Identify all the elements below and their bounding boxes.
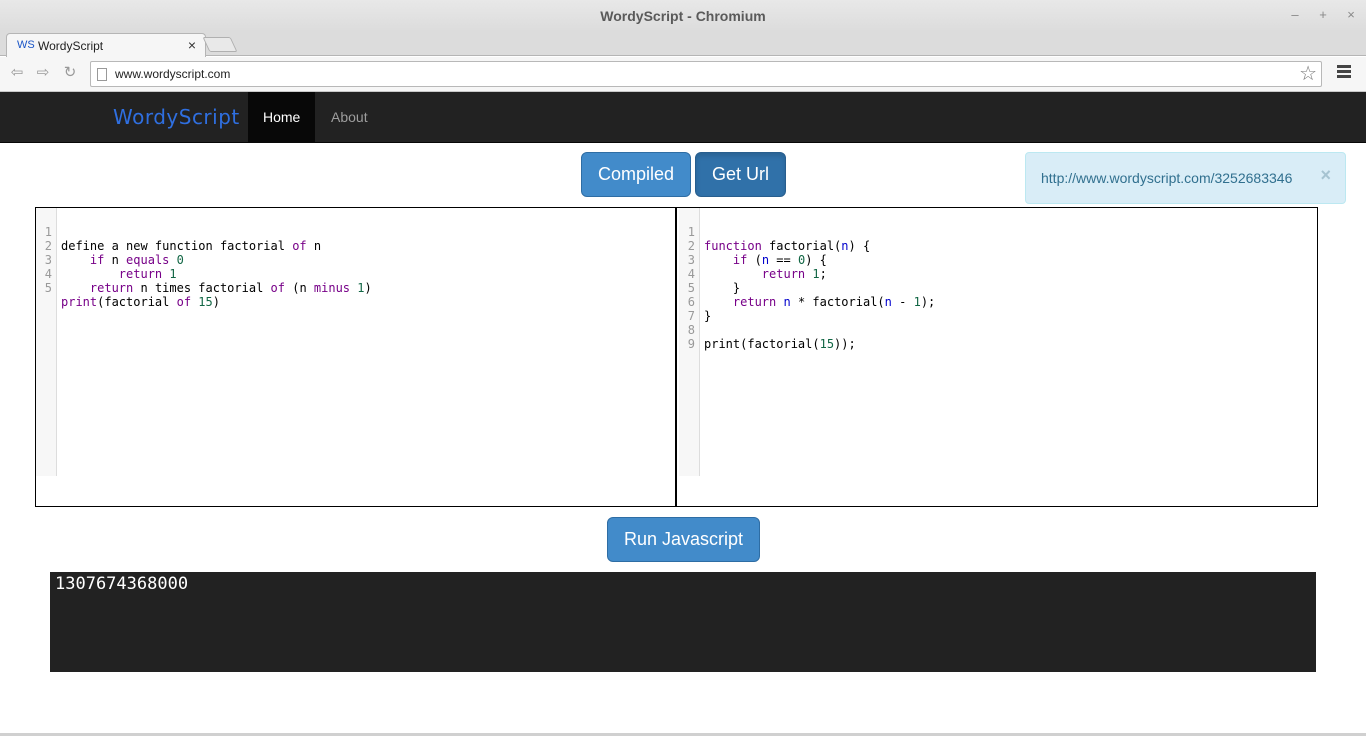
new-tab-button[interactable] xyxy=(202,37,238,52)
wordyscript-editor[interactable]: 1 define a new function factorial of n 2… xyxy=(36,208,677,506)
close-alert-icon[interactable]: × xyxy=(1320,165,1331,186)
code-line: 1 define a new function factorial of n xyxy=(44,225,322,253)
wordyscript-favicon-icon: WS xyxy=(17,39,35,51)
tab-title: WordyScript xyxy=(38,39,104,53)
code-line: 1 function factorial(n) { xyxy=(687,225,871,253)
code-line: 3 return 1; xyxy=(687,253,827,281)
output-text: 1307674368000 xyxy=(55,574,189,594)
compiled-button[interactable]: Compiled xyxy=(581,152,691,197)
output-console: 1307674368000 xyxy=(50,572,1316,672)
menu-icon[interactable] xyxy=(1337,65,1351,81)
code-line: 4 } xyxy=(687,267,741,295)
minimize-icon[interactable]: – xyxy=(1288,7,1302,22)
brand-logo[interactable]: WordyScript xyxy=(113,105,240,129)
code-line: 7 xyxy=(687,309,695,323)
code-line: 2 if (n == 0) { xyxy=(687,239,827,267)
bookmark-star-icon[interactable]: ☆ xyxy=(1299,63,1317,85)
code-line: 5 return n * factorial(n - 1); xyxy=(687,281,936,309)
editor-panes: 1 define a new function factorial of n 2… xyxy=(35,207,1318,507)
site-navbar: WordyScript Home About xyxy=(0,92,1366,143)
reload-icon[interactable]: ↻ xyxy=(61,64,79,82)
code-line: 3 return 1 xyxy=(44,253,177,281)
nav-home[interactable]: Home xyxy=(248,92,316,142)
code-line: 4 return n times factorial of (n minus 1… xyxy=(44,267,372,295)
code-line: 2 if n equals 0 xyxy=(44,239,184,267)
get-url-button[interactable]: Get Url xyxy=(695,152,786,197)
close-window-icon[interactable]: × xyxy=(1344,7,1358,22)
code-line: 6 } xyxy=(687,295,712,323)
tab-strip: WS WordyScript × xyxy=(0,32,1366,57)
url-alert: http://www.wordyscript.com/3252683346 × xyxy=(1025,152,1346,204)
back-icon[interactable]: ⇦ xyxy=(8,64,26,82)
address-url[interactable]: www.wordyscript.com xyxy=(115,67,230,81)
code-line: 9 xyxy=(687,337,695,351)
code-line: 5 print(factorial of 15) xyxy=(44,281,220,309)
forward-icon[interactable]: ⇨ xyxy=(34,64,52,82)
javascript-editor[interactable]: 1 function factorial(n) { 2 if (n == 0) … xyxy=(679,208,1317,506)
window-title: WordyScript - Chromium xyxy=(600,8,766,24)
run-javascript-button[interactable]: Run Javascript xyxy=(607,517,760,562)
tab-wordyscript[interactable]: WS WordyScript × xyxy=(6,33,206,57)
nav-about[interactable]: About xyxy=(316,92,383,142)
page-icon xyxy=(97,68,107,81)
address-bar[interactable]: www.wordyscript.com ☆ xyxy=(90,61,1322,87)
close-tab-icon[interactable]: × xyxy=(188,37,196,53)
generated-url-link[interactable]: http://www.wordyscript.com/3252683346 xyxy=(1041,170,1292,186)
code-line: 8 print(factorial(15)); xyxy=(687,323,856,351)
window-titlebar: WordyScript - Chromium – + × xyxy=(0,0,1366,32)
maximize-icon[interactable]: + xyxy=(1316,7,1330,22)
browser-toolbar: ⇦ ⇨ ↻ www.wordyscript.com ☆ xyxy=(0,57,1366,92)
